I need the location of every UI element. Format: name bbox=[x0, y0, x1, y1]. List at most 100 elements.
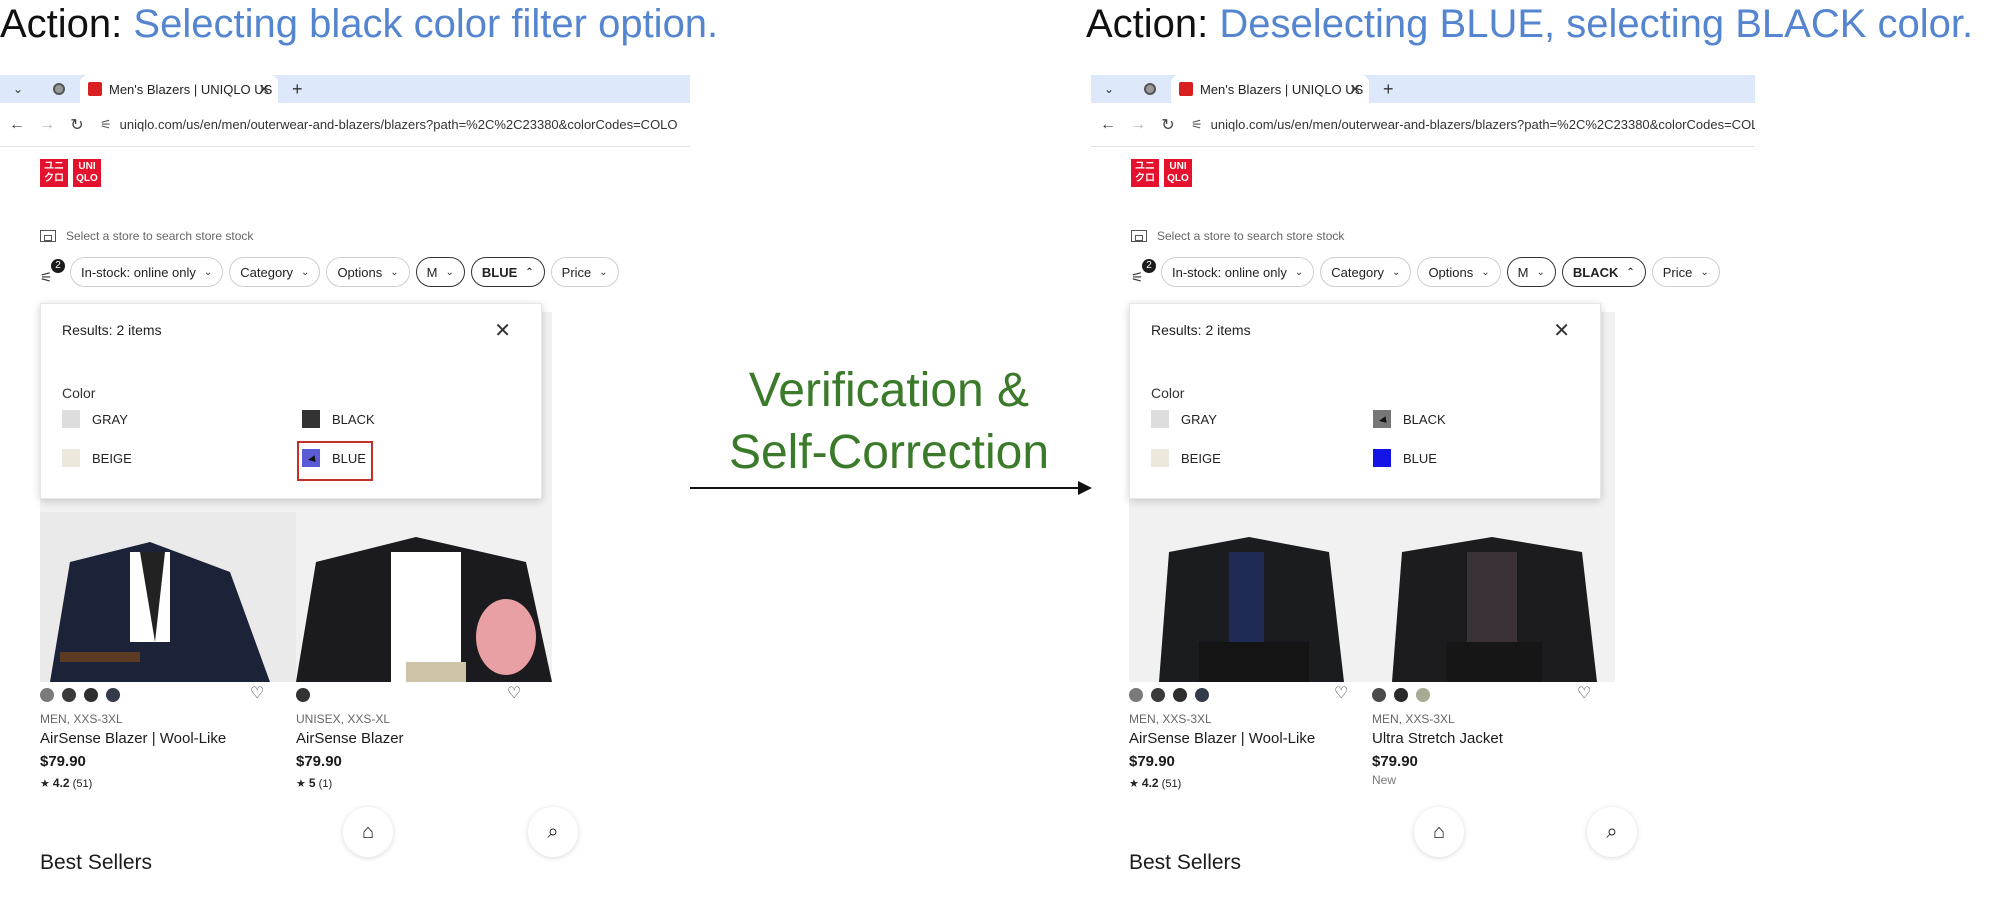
reload-icon[interactable]: ↻ bbox=[64, 115, 90, 135]
close-icon[interactable]: ✕ bbox=[494, 318, 511, 343]
review-count: (51) bbox=[72, 778, 93, 790]
product-name[interactable]: AirSense Blazer | Wool-Like bbox=[1129, 730, 1315, 747]
uniqlo-logo[interactable]: ユニ クロ UNI QLO bbox=[1131, 159, 1192, 187]
swatch[interactable] bbox=[106, 688, 120, 702]
new-tab-icon[interactable]: + bbox=[292, 79, 303, 100]
filter-chip-instock[interactable]: In-stock: online only ⌄ bbox=[70, 257, 224, 287]
filter-chip-instock[interactable]: In-stock: online only ⌄ bbox=[1161, 257, 1315, 287]
new-tag: New bbox=[1372, 773, 1397, 787]
address-bar[interactable]: ⚟ uniqlo.com/us/en/men/outerwear-and-bla… bbox=[100, 117, 690, 133]
uniqlo-logo[interactable]: ユニ クロ UNI QLO bbox=[40, 159, 101, 187]
middle-line-2: Self-Correction bbox=[728, 426, 1050, 479]
home-icon[interactable]: ⌂ bbox=[343, 807, 393, 857]
color-option-gray[interactable]: GRAY bbox=[62, 410, 128, 428]
filter-chip-size[interactable]: M ⌄ bbox=[415, 257, 465, 287]
heart-icon[interactable]: ♡ bbox=[1334, 683, 1348, 703]
color-option-label: BEIGE bbox=[1181, 450, 1221, 466]
product-name[interactable]: AirSense Blazer | Wool-Like bbox=[40, 730, 226, 747]
product-swatches bbox=[40, 688, 120, 702]
heart-icon[interactable]: ♡ bbox=[1577, 683, 1591, 703]
search-icon[interactable]: ⌕ bbox=[1587, 807, 1637, 857]
filter-icon[interactable]: ⚟ 2 bbox=[40, 259, 65, 285]
color-option-black[interactable]: BLACK bbox=[302, 410, 375, 428]
color-option-label: BEIGE bbox=[92, 450, 132, 466]
swatch[interactable] bbox=[296, 688, 310, 702]
search-icon[interactable]: ⌕ bbox=[528, 807, 578, 857]
color-option-beige[interactable]: BEIGE bbox=[62, 449, 132, 467]
tab-close-icon[interactable]: ✕ bbox=[258, 81, 270, 98]
store-text: Select a store to search store stock bbox=[66, 229, 254, 243]
close-icon[interactable]: ✕ bbox=[1553, 318, 1570, 343]
reload-icon[interactable]: ↻ bbox=[1155, 115, 1181, 135]
color-swatch bbox=[1151, 449, 1169, 467]
filter-chip-price[interactable]: Price ⌄ bbox=[1651, 257, 1720, 287]
home-icon[interactable]: ⌂ bbox=[1414, 807, 1464, 857]
chip-label: Price bbox=[561, 264, 592, 280]
heart-icon[interactable]: ♡ bbox=[507, 683, 521, 703]
tab-close-icon[interactable]: ✕ bbox=[1349, 81, 1361, 98]
filter-chip-options[interactable]: Options ⌄ bbox=[1417, 257, 1501, 287]
forward-icon[interactable]: → bbox=[34, 116, 60, 134]
swatch[interactable] bbox=[1195, 688, 1209, 702]
back-icon[interactable]: ← bbox=[4, 116, 30, 134]
swatch[interactable] bbox=[1151, 688, 1165, 702]
swatch[interactable] bbox=[1394, 688, 1408, 702]
browser-chrome: ⌄ Men's Blazers | UNIQLO US ✕ + ← → ↻ ⚟ … bbox=[0, 75, 690, 147]
chevron-down-icon: ⌄ bbox=[1700, 266, 1709, 278]
results-count: Results: 2 items bbox=[1151, 322, 1251, 338]
right-action-label: Action: bbox=[1086, 2, 1209, 46]
swatch[interactable] bbox=[1129, 688, 1143, 702]
color-label: Color bbox=[1151, 385, 1185, 401]
swatch[interactable] bbox=[84, 688, 98, 702]
swatch[interactable] bbox=[1372, 688, 1386, 702]
forward-icon[interactable]: → bbox=[1125, 116, 1151, 134]
middle-annotation: Verification & Self-Correction bbox=[716, 360, 1062, 484]
browser-tab[interactable]: Men's Blazers | UNIQLO US ✕ bbox=[80, 75, 278, 103]
rating-value: 4.2 bbox=[52, 776, 70, 790]
chevron-up-icon: ⌃ bbox=[525, 266, 534, 278]
tab-title: Men's Blazers | UNIQLO US bbox=[1200, 81, 1364, 97]
filter-chip-options[interactable]: Options ⌄ bbox=[326, 257, 410, 287]
store-selector[interactable]: Select a store to search store stock bbox=[40, 229, 253, 243]
color-option-gray[interactable]: GRAY bbox=[1151, 410, 1217, 428]
tab-search-icon[interactable] bbox=[48, 78, 70, 100]
chip-label: In-stock: online only bbox=[81, 264, 196, 280]
filter-icon[interactable]: ⚟ 2 bbox=[1131, 259, 1156, 285]
store-selector[interactable]: Select a store to search store stock bbox=[1131, 229, 1344, 243]
swatch[interactable] bbox=[40, 688, 54, 702]
color-label: Color bbox=[62, 385, 96, 401]
filter-chip-color[interactable]: BLUE ⌃ bbox=[470, 257, 545, 287]
new-tab-icon[interactable]: + bbox=[1383, 79, 1394, 100]
chevron-down-icon: ⌄ bbox=[1392, 266, 1401, 278]
product-name[interactable]: Ultra Stretch Jacket bbox=[1372, 730, 1503, 747]
chip-label: Options bbox=[1428, 264, 1474, 280]
filter-chip-color[interactable]: BLACK ⌃ bbox=[1561, 257, 1646, 287]
filter-chip-category[interactable]: Category ⌄ bbox=[1320, 257, 1412, 287]
chip-label: Category bbox=[240, 264, 294, 280]
filter-chip-price[interactable]: Price ⌄ bbox=[550, 257, 619, 287]
product-name[interactable]: AirSense Blazer bbox=[296, 730, 404, 747]
site-info-icon[interactable]: ⚟ bbox=[1191, 117, 1203, 133]
address-bar[interactable]: ⚟ uniqlo.com/us/en/men/outerwear-and-bla… bbox=[1191, 117, 1755, 133]
left-action-heading: Action: Selecting black color filter opt… bbox=[0, 2, 718, 47]
filter-chip-category[interactable]: Category ⌄ bbox=[229, 257, 321, 287]
site-info-icon[interactable]: ⚟ bbox=[100, 117, 112, 133]
tab-list-chevron-icon[interactable]: ⌄ bbox=[6, 77, 30, 101]
tab-list-chevron-icon[interactable]: ⌄ bbox=[1097, 77, 1121, 101]
tab-search-icon[interactable] bbox=[1139, 78, 1161, 100]
filter-chip-size[interactable]: M ⌄ bbox=[1506, 257, 1556, 287]
swatch[interactable] bbox=[1416, 688, 1430, 702]
chip-label: M bbox=[1517, 264, 1529, 280]
swatch[interactable] bbox=[1173, 688, 1187, 702]
browser-tab[interactable]: Men's Blazers | UNIQLO US ✕ bbox=[1171, 75, 1369, 103]
uniqlo-page: ユニ クロ UNI QLO Select a store to search s… bbox=[0, 147, 690, 905]
color-option-beige[interactable]: BEIGE bbox=[1151, 449, 1221, 467]
product-meta: MEN, XXS-3XL bbox=[1372, 712, 1455, 726]
product-swatches bbox=[1372, 688, 1430, 702]
color-option-blue[interactable]: BLUE bbox=[1373, 449, 1437, 467]
back-icon[interactable]: ← bbox=[1095, 116, 1121, 134]
heart-icon[interactable]: ♡ bbox=[250, 683, 264, 703]
product-rating: ★ 4.2 (51) bbox=[40, 776, 93, 790]
color-option-black[interactable]: BLACK bbox=[1373, 410, 1446, 428]
swatch[interactable] bbox=[62, 688, 76, 702]
